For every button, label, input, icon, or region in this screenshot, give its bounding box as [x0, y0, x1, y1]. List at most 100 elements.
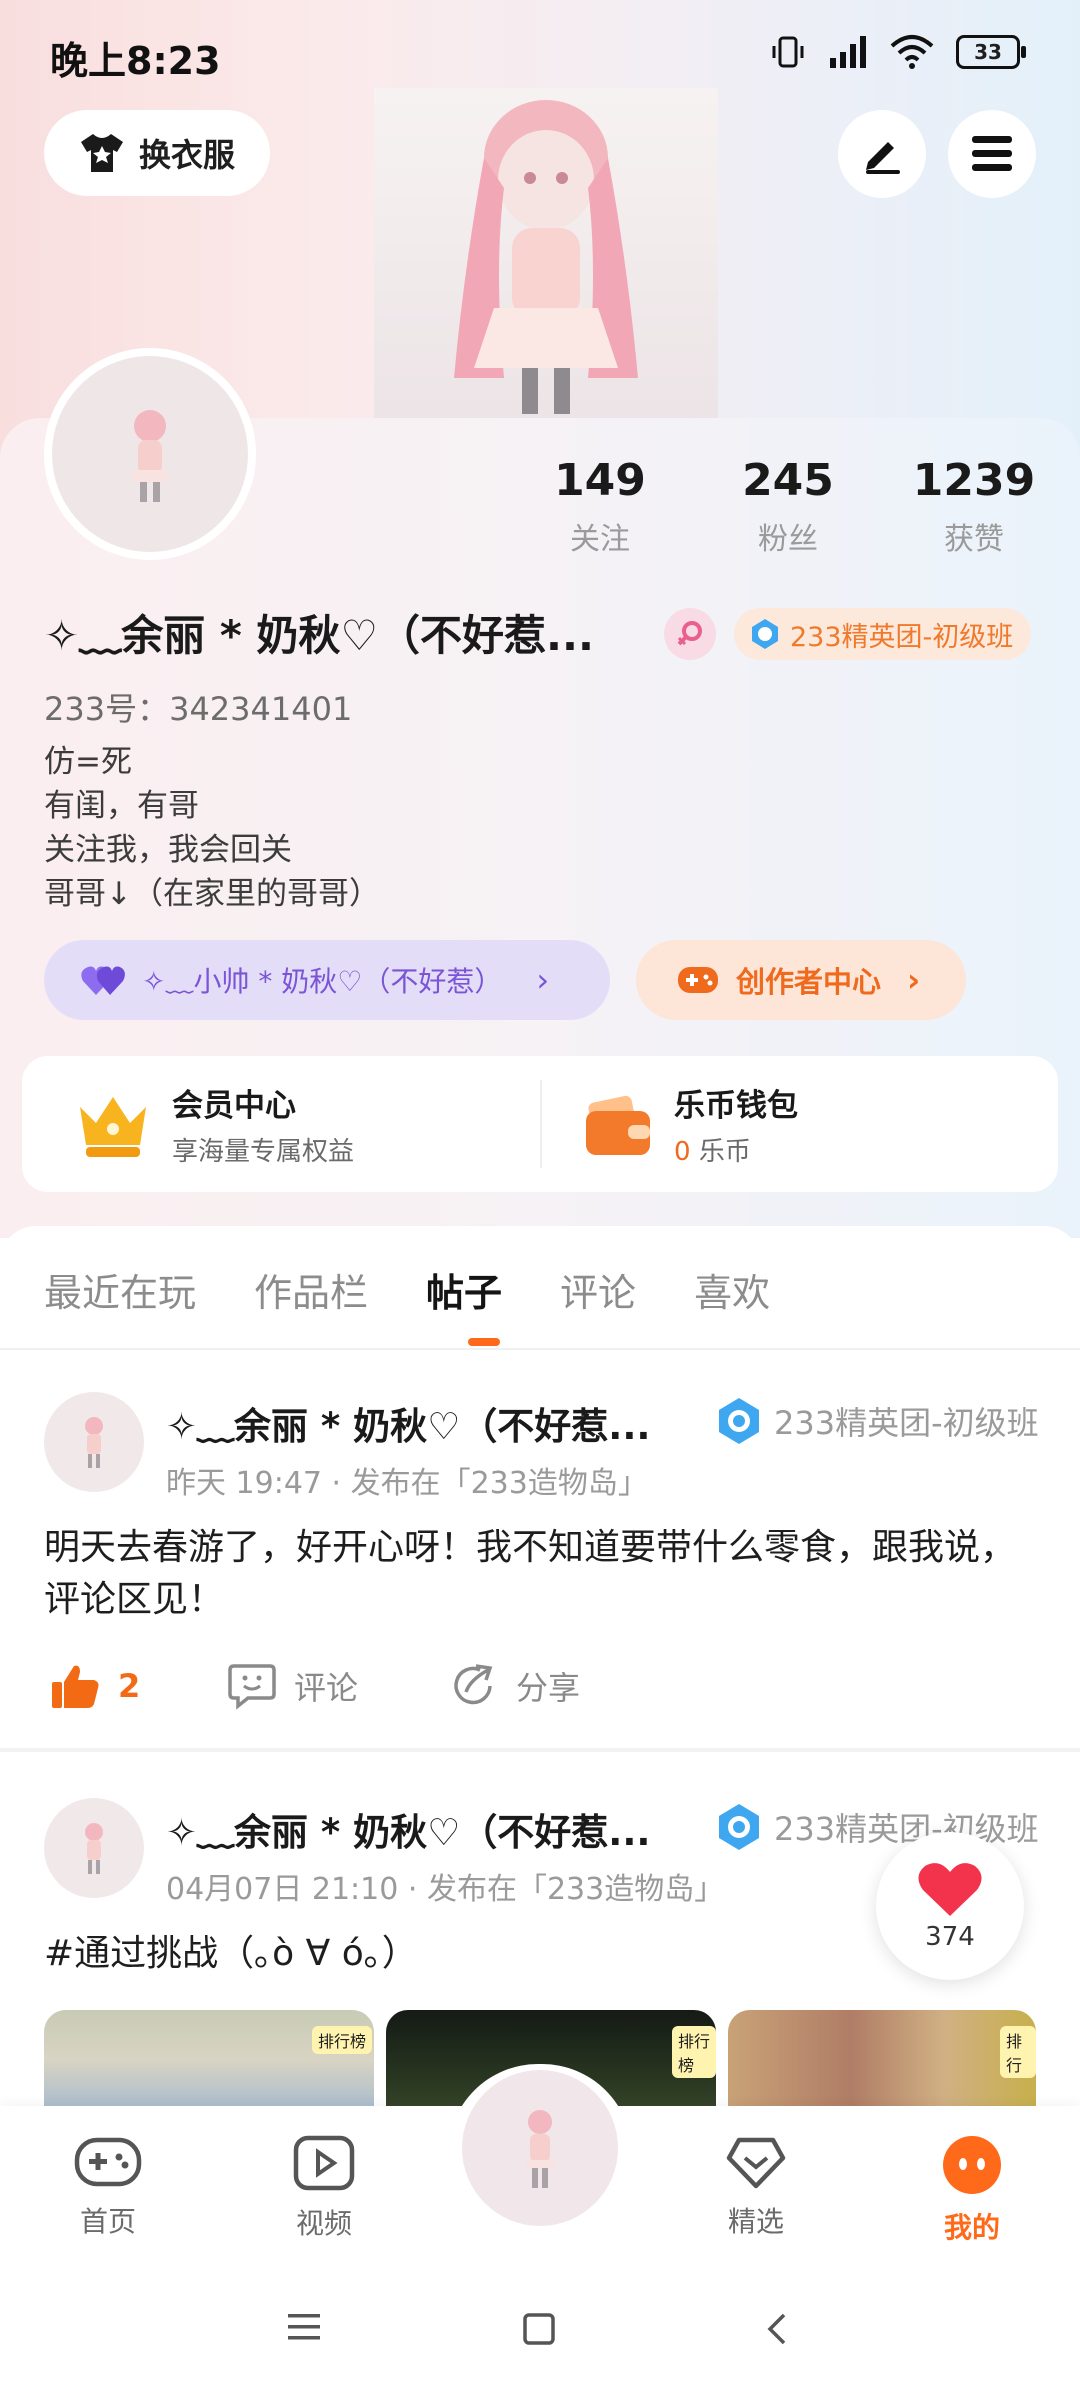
creator-center-button[interactable]: 创作者中心 ›: [636, 940, 966, 1020]
nav-center-avatar[interactable]: [462, 2070, 618, 2226]
rank-tag: 排行榜: [672, 2026, 716, 2078]
share-icon: [454, 1664, 493, 1705]
change-outfit-label: 换衣服: [138, 136, 235, 174]
post-image-thumbnail[interactable]: 排行榜: [44, 2010, 374, 2120]
edit-profile-button[interactable]: [838, 110, 926, 198]
post-author-avatar[interactable]: [44, 1798, 144, 1898]
share-label: 分享: [516, 1669, 581, 1707]
post-author-avatar[interactable]: [44, 1392, 144, 1492]
floating-like-button[interactable]: 374: [876, 1832, 1024, 1980]
bio-line: 哥哥↓（在家里的哥哥）: [44, 876, 380, 912]
vip-center-subtitle: 享海量专属权益: [172, 1137, 355, 1167]
post-separator: [0, 1748, 1080, 1752]
post-author-badge: 233精英团-初级班: [714, 1396, 1039, 1446]
stat-likes-label: 获赞: [944, 522, 1004, 557]
avatar[interactable]: [44, 348, 256, 560]
relation-pill-label: ✧﹏小帅 * 奶秋♡（不好惹）: [142, 965, 503, 998]
stat-following[interactable]: 149 关注: [520, 455, 680, 558]
like-button[interactable]: 2: [50, 1662, 140, 1710]
chevron-right-icon: ›: [907, 961, 921, 999]
menu-button[interactable]: [948, 110, 1036, 198]
nav-me[interactable]: 我的: [902, 2134, 1042, 2246]
post-meta: 昨天 19:47 · 发布在「233造物岛」: [166, 1466, 648, 1501]
stat-fans-label: 粉丝: [758, 522, 818, 557]
system-menu-icon[interactable]: [286, 2312, 322, 2346]
post-author-name[interactable]: ✧﹏余丽 * 奶秋♡（不好惹...: [166, 1802, 696, 1856]
nav-featured-label: 精选: [727, 2205, 784, 2238]
video-icon: [293, 2135, 355, 2191]
nav-home[interactable]: 首页: [38, 2134, 178, 2240]
thumbs-up-icon: [52, 1665, 99, 1708]
gamepad-icon: [678, 967, 718, 993]
share-button[interactable]: 分享: [450, 1662, 580, 1710]
user-id[interactable]: 233号：342341401: [44, 684, 352, 730]
female-gender-icon: [664, 608, 716, 660]
post-meta: 04月07日 21:10 · 发布在「233造物岛」: [166, 1872, 725, 1907]
post-author-badge-label: 233精英团-初级班: [774, 1810, 1039, 1848]
nickname: ✧﹏余丽 * 奶秋♡（不好惹...: [44, 611, 594, 660]
comment-icon: [228, 1664, 276, 1710]
vip-center-entry[interactable]: 会员中心 享海量专属权益: [74, 1056, 354, 1192]
wallet-unit: 乐币: [698, 1137, 751, 1167]
tab-comments[interactable]: 评论: [560, 1262, 636, 1317]
post-text[interactable]: 明天去春游了，好开心呀！我不知道要带什么零食，跟我说，评论区见！: [44, 1522, 1034, 1626]
stat-fans[interactable]: 245 粉丝: [708, 455, 868, 558]
medal-icon: [719, 1398, 759, 1444]
elite-group-badge[interactable]: 233精英团-初级班: [734, 608, 1032, 660]
tab-likes[interactable]: 喜欢: [694, 1262, 770, 1317]
nav-featured[interactable]: 精选: [686, 2134, 826, 2240]
menu-icon: [972, 136, 1012, 171]
stat-likes-value: 1239: [912, 455, 1036, 506]
vip-center-title: 会员中心: [172, 1088, 296, 1124]
post-author-name[interactable]: ✧﹏余丽 * 奶秋♡（不好惹...: [166, 1396, 696, 1450]
system-home-icon[interactable]: [522, 2312, 556, 2350]
floating-like-count: 374: [925, 1922, 975, 1952]
divider: [540, 1080, 542, 1168]
wallet-title: 乐币钱包: [674, 1088, 798, 1124]
stat-likes[interactable]: 1239 获赞: [894, 455, 1054, 558]
stat-fans-value: 245: [742, 455, 834, 506]
bio-line: 关注我，我会回关: [44, 832, 292, 868]
medal-icon: [719, 1804, 759, 1850]
wallet-amount: 0: [674, 1137, 691, 1167]
stat-following-label: 关注: [570, 522, 630, 557]
elite-group-label: 233精英团-初级班: [790, 621, 1014, 653]
system-back-icon[interactable]: [764, 2312, 790, 2350]
medal-icon: [752, 619, 778, 649]
wifi-icon: [890, 35, 934, 69]
stat-following-value: 149: [554, 455, 646, 506]
like-count: 2: [118, 1667, 141, 1705]
bio-line: 有闺，有哥: [44, 788, 199, 824]
heart-diamond-icon: [726, 2137, 786, 2189]
change-outfit-button[interactable]: 换衣服: [44, 110, 270, 196]
rank-tag: 排行榜: [312, 2026, 373, 2054]
comment-button[interactable]: 评论: [228, 1662, 358, 1710]
profile-tabs: 最近在玩 作品栏 帖子 评论 喜欢: [44, 1262, 770, 1317]
bio-line: 仿=死: [44, 744, 132, 780]
active-tab-indicator: [468, 1338, 500, 1346]
status-time: 晚上8:23: [50, 39, 221, 83]
tab-recent-play[interactable]: 最近在玩: [44, 1262, 196, 1317]
relation-pill[interactable]: ✧﹏小帅 * 奶秋♡（不好惹） ›: [44, 940, 610, 1020]
heart-icon: [918, 1863, 982, 1916]
nav-home-label: 首页: [79, 2205, 136, 2238]
wallet-entry[interactable]: 乐币钱包 0 乐币: [584, 1056, 798, 1192]
signal-icon: [830, 36, 866, 68]
status-icons: 33: [770, 34, 1026, 70]
nav-me-label: 我的: [943, 2211, 1000, 2244]
nav-video[interactable]: 视频: [254, 2134, 394, 2242]
creator-center-label: 创作者中心: [736, 965, 882, 999]
bio: 仿=死 有闺，有哥 关注我，我会回关 哥哥↓（在家里的哥哥）: [44, 740, 380, 916]
double-heart-icon: [81, 966, 125, 995]
nav-video-label: 视频: [295, 2207, 352, 2240]
pencil-icon: [866, 142, 900, 174]
avatar-character-image: [374, 88, 718, 418]
profile-face-icon: [943, 2136, 1001, 2194]
tab-posts[interactable]: 帖子: [426, 1262, 502, 1317]
post-image-thumbnail[interactable]: 排行: [728, 2010, 1036, 2120]
tab-works[interactable]: 作品栏: [254, 1262, 368, 1317]
crown-icon: [80, 1097, 146, 1157]
divider: [0, 1348, 1080, 1350]
chevron-right-icon: ›: [536, 961, 550, 999]
comment-label: 评论: [294, 1669, 359, 1707]
